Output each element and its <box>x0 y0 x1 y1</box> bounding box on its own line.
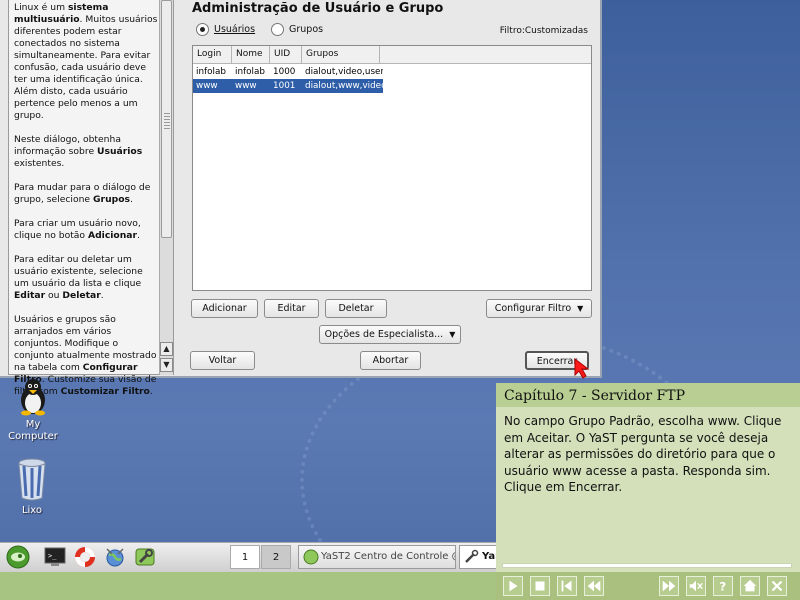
column-header-filler <box>380 46 591 64</box>
help-question-icon[interactable]: ? <box>713 576 733 596</box>
help-paragraph: Neste diálogo, obtenha informação sobre … <box>14 134 160 170</box>
task-yast-control-center[interactable]: YaST2 Centro de Controle @ <box>298 545 456 569</box>
help-scroll-thumb[interactable] <box>161 0 172 238</box>
column-header-login[interactable]: Login <box>193 46 232 64</box>
scroll-up-button[interactable]: ▲ <box>160 342 173 356</box>
tutorial-controls: ? <box>496 572 800 600</box>
help-bold-term: Editar <box>14 290 46 301</box>
help-text-segment: . <box>100 290 104 301</box>
my-computer-desktop-icon[interactable]: My Computer <box>1 376 65 443</box>
tutorial-title: Capítulo 7 - Servidor FTP <box>496 383 800 407</box>
add-button[interactable]: Adicionar <box>191 299 258 318</box>
table-row-selected[interactable]: www www 1001 dialout,www,video <box>193 79 383 93</box>
help-bold-term: Adicionar <box>87 230 137 241</box>
cell-uid: 1000 <box>273 67 296 77</box>
tutorial-text: No campo Grupo Padrão, escolha www. Cliq… <box>504 414 782 494</box>
back-button[interactable]: Voltar <box>190 351 255 370</box>
task-yast-label: YaST2 Centro de Controle @ <box>321 551 456 562</box>
red-pointer-icon <box>574 357 590 379</box>
suse-start-menu-icon[interactable] <box>6 545 30 569</box>
radio-selected-icon <box>196 23 209 36</box>
help-paragraph: Para mudar para o diálogo de grupo, sele… <box>14 182 160 206</box>
fast-forward-icon[interactable] <box>659 576 679 596</box>
terminal-icon[interactable]: >_ <box>43 545 67 569</box>
stop-icon[interactable] <box>530 576 550 596</box>
cell-groups: dialout,www,video <box>305 81 383 91</box>
help-scrollbar[interactable]: ▲ ▼ <box>159 0 173 375</box>
desktop-pager-2[interactable]: 2 <box>261 545 291 569</box>
dropdown-arrow-icon: ▼ <box>577 304 584 313</box>
expert-options-button[interactable]: Opções de Especialista... ▼ <box>319 325 461 344</box>
help-paragraph: Para editar ou deletar um usuário existe… <box>14 254 160 302</box>
desktop-pager-1[interactable]: 1 <box>230 545 260 569</box>
yast-active-task-icon <box>465 549 479 563</box>
radio-groups-label: Grupos <box>289 24 324 35</box>
trash-label: Lixo <box>21 505 43 516</box>
help-bold-term: Usuários <box>97 146 143 157</box>
help-paragraph: Linux é um sistema multiusuário. Muitos … <box>14 2 160 122</box>
svg-text:>_: >_ <box>48 552 57 560</box>
cell-login: infolab <box>196 67 226 77</box>
column-header-name[interactable]: Nome <box>232 46 270 64</box>
filter-label: Filtro:Customizadas <box>499 26 588 36</box>
configure-filter-label: Configurar Filtro <box>494 303 572 314</box>
users-table[interactable]: Login Nome UID Grupos infolab infolab 10… <box>192 45 592 291</box>
scroll-down-button[interactable]: ▼ <box>160 358 173 372</box>
home-icon[interactable] <box>740 576 760 596</box>
table-row[interactable]: infolab infolab 1000 dialout,video,users <box>193 65 383 79</box>
yast-user-group-window: Linux é um sistema multiusuário. Muitos … <box>0 0 602 397</box>
help-text-segment: Linux é um <box>14 2 68 13</box>
expert-options-label: Opções de Especialista... <box>324 329 444 340</box>
tux-penguin-icon <box>21 379 45 416</box>
column-header-groups[interactable]: Grupos <box>302 46 380 64</box>
help-paragraph: Para criar um usuário novo, clique no bo… <box>14 218 160 242</box>
cell-login: www <box>196 81 218 91</box>
help-bold-term: Deletar <box>62 290 101 301</box>
help-text-segment: . Muitos usuários diferentes podem estar… <box>14 14 158 121</box>
yast-tools-icon[interactable] <box>133 545 157 569</box>
help-text-segment: Para editar ou deletar um usuário existe… <box>14 254 143 289</box>
scroll-grip-icon <box>164 113 170 131</box>
play-icon[interactable] <box>503 576 523 596</box>
skip-start-icon[interactable] <box>557 576 577 596</box>
delete-button[interactable]: Deletar <box>325 299 387 318</box>
cell-uid: 1001 <box>273 81 296 91</box>
main-area: Administração de Usuário e Grupo Usuário… <box>176 0 602 378</box>
help-panel: Linux é um sistema multiusuário. Muitos … <box>8 0 174 397</box>
cell-name: infolab <box>235 67 265 77</box>
help-text-segment: . <box>149 386 153 397</box>
my-computer-label: My Computer <box>8 419 58 442</box>
help-text-segment: existentes. <box>14 158 65 169</box>
trash-can-icon <box>18 458 46 501</box>
cell-name: www <box>235 81 257 91</box>
close-icon[interactable] <box>767 576 787 596</box>
help-bold-term: Customizar Filtro <box>60 386 150 397</box>
cell-groups: dialout,video,users <box>305 67 383 77</box>
radio-users-label: Usuários <box>214 24 256 35</box>
rewind-icon[interactable] <box>584 576 604 596</box>
dropdown-arrow-icon: ▼ <box>449 330 456 339</box>
page-title: Administração de Usuário e Grupo <box>192 1 444 16</box>
radio-unselected-icon <box>271 23 284 36</box>
help-lifebuoy-icon[interactable] <box>73 545 97 569</box>
edit-button[interactable]: Editar <box>264 299 319 318</box>
help-text: Linux é um sistema multiusuário. Muitos … <box>14 2 160 410</box>
help-text-segment: . <box>137 230 140 241</box>
help-text-segment: ou <box>45 290 63 301</box>
table-header: Login Nome UID Grupos <box>193 46 591 64</box>
help-bold-term: Grupos <box>93 194 130 205</box>
mute-icon[interactable] <box>686 576 706 596</box>
yast-task-icon <box>303 549 319 565</box>
abort-button[interactable]: Abortar <box>360 351 421 370</box>
radio-users[interactable]: Usuários <box>196 23 255 36</box>
svg-text:?: ? <box>719 580 726 594</box>
trash-desktop-icon[interactable]: Lixo <box>0 456 64 517</box>
column-header-uid[interactable]: UID <box>270 46 302 64</box>
tutorial-progress-bar <box>502 563 792 568</box>
tutorial-panel: Capítulo 7 - Servidor FTP No campo Grupo… <box>496 383 800 600</box>
help-text-segment: . <box>129 194 133 205</box>
configure-filter-button[interactable]: Configurar Filtro ▼ <box>486 299 592 318</box>
radio-groups[interactable]: Grupos <box>271 23 323 36</box>
network-globe-icon[interactable] <box>103 545 127 569</box>
